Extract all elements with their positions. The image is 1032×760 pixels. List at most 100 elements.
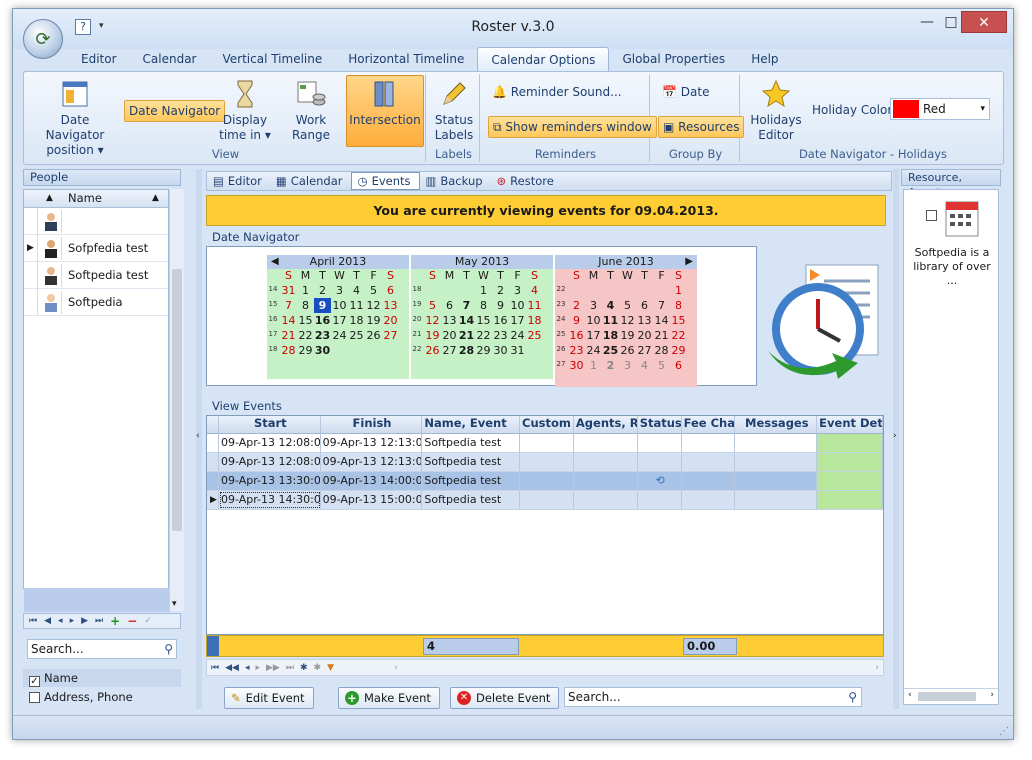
column-name-event[interactable]: Name, Event bbox=[422, 416, 521, 433]
remove-icon[interactable]: − bbox=[127, 614, 137, 628]
day-cell[interactable]: 28 bbox=[458, 343, 475, 358]
day-cell[interactable]: 12 bbox=[365, 298, 382, 313]
day-cell[interactable]: 8 bbox=[297, 298, 314, 313]
column-start[interactable]: Start bbox=[219, 416, 321, 433]
column-status[interactable]: Status bbox=[638, 416, 682, 433]
right-splitter[interactable]: › bbox=[893, 169, 899, 709]
maximize-button[interactable]: □ bbox=[941, 11, 961, 33]
chevron-left-icon[interactable]: ‹ bbox=[196, 431, 200, 441]
day-cell[interactable]: 5 bbox=[424, 298, 441, 313]
next-record-icon[interactable]: ▸ bbox=[255, 663, 260, 673]
table-row[interactable]: ▶ 09-Apr-13 14:30:00 09-Apr-13 15:00:00 … bbox=[207, 491, 883, 510]
day-cell[interactable]: 27 bbox=[441, 343, 458, 358]
people-row[interactable] bbox=[24, 208, 168, 235]
day-cell[interactable]: 19 bbox=[424, 328, 441, 343]
column-event-details[interactable]: Event Deta bbox=[817, 416, 883, 433]
day-cell[interactable]: 21 bbox=[458, 328, 475, 343]
june-days[interactable]: 1 2 3 4 5 6 7 8 9 10 11 12 13 14 15 16 17 18 19 20 21 22 23 24 2… bbox=[568, 283, 687, 373]
day-cell[interactable]: 12 bbox=[619, 313, 636, 328]
day-cell[interactable]: 22 bbox=[475, 328, 492, 343]
column-messages[interactable]: Messages bbox=[735, 416, 818, 433]
table-row[interactable]: 09-Apr-13 13:30:00 09-Apr-13 14:00:00 So… bbox=[207, 472, 883, 491]
day-cell[interactable]: 17 bbox=[509, 313, 526, 328]
day-cell[interactable]: 20 bbox=[636, 328, 653, 343]
people-row[interactable]: ▶ Sofpfedia test bbox=[24, 235, 168, 262]
day-cell[interactable]: 18 bbox=[602, 328, 619, 343]
day-cell[interactable]: 17 bbox=[331, 313, 348, 328]
day-cell[interactable]: 22 bbox=[297, 328, 314, 343]
day-cell[interactable]: 19 bbox=[619, 328, 636, 343]
day-cell[interactable]: 19 bbox=[365, 313, 382, 328]
people-row[interactable]: Softpedia bbox=[24, 289, 168, 316]
day-cell[interactable]: 6 bbox=[441, 298, 458, 313]
day-cell[interactable]: 15 bbox=[297, 313, 314, 328]
check-icon[interactable]: ✓ bbox=[144, 616, 152, 626]
day-cell[interactable]: 10 bbox=[585, 313, 602, 328]
prev-page-icon[interactable]: ◀ bbox=[44, 616, 51, 626]
day-cell[interactable]: 2 bbox=[314, 283, 331, 298]
filter-name[interactable]: ✓ Name bbox=[23, 669, 181, 687]
tab-calendar-options[interactable]: Calendar Options bbox=[477, 47, 610, 71]
day-cell[interactable]: 1 bbox=[585, 358, 602, 373]
day-cell[interactable]: 8 bbox=[670, 298, 687, 313]
day-cell[interactable]: 4 bbox=[602, 298, 619, 313]
day-cell[interactable]: 20 bbox=[441, 328, 458, 343]
day-cell[interactable]: 13 bbox=[441, 313, 458, 328]
scroll-left-icon[interactable]: ‹ bbox=[394, 663, 398, 673]
last-record-icon[interactable]: ⏭ bbox=[286, 663, 294, 673]
day-cell[interactable]: 11 bbox=[526, 298, 543, 313]
day-cell[interactable]: 30 bbox=[568, 358, 585, 373]
resize-grip-icon[interactable]: ⋰ bbox=[999, 726, 1009, 737]
day-cell[interactable]: 31 bbox=[280, 283, 297, 298]
day-cell[interactable]: 2 bbox=[492, 283, 509, 298]
table-row[interactable]: 09-Apr-13 12:08:00 09-Apr-13 12:13:00 So… bbox=[207, 453, 883, 472]
intersection-button[interactable]: Intersection bbox=[346, 75, 424, 147]
checkbox-checked-icon[interactable]: ✓ bbox=[29, 676, 40, 687]
chevron-right-icon[interactable]: › bbox=[893, 431, 897, 441]
date-navigator-button[interactable]: Date Navigator bbox=[124, 100, 226, 122]
chevron-down-icon[interactable]: ▾ bbox=[172, 599, 177, 609]
subtab-calendar[interactable]: ▦ Calendar bbox=[270, 172, 351, 190]
day-cell[interactable]: 25 bbox=[602, 343, 619, 358]
day-cell[interactable]: 2 bbox=[602, 358, 619, 373]
reminder-sound-button[interactable]: 🔔 Reminder Sound... bbox=[488, 82, 626, 104]
day-cell[interactable]: 4 bbox=[636, 358, 653, 373]
people-row[interactable]: Softpedia test bbox=[24, 262, 168, 289]
app-menu-orb[interactable]: ⟳ bbox=[23, 19, 63, 59]
day-cell[interactable]: 6 bbox=[636, 298, 653, 313]
day-cell[interactable]: 29 bbox=[297, 343, 314, 358]
day-cell[interactable]: 3 bbox=[331, 283, 348, 298]
day-cell[interactable]: 26 bbox=[424, 343, 441, 358]
day-cell[interactable]: 1 bbox=[297, 283, 314, 298]
scroll-right-icon[interactable]: › bbox=[875, 663, 879, 673]
day-cell[interactable]: 21 bbox=[653, 328, 670, 343]
work-range-button[interactable]: Work Range bbox=[282, 78, 340, 143]
resource-hscroll[interactable]: ‹ › bbox=[904, 688, 998, 704]
day-cell[interactable]: 7 bbox=[458, 298, 475, 313]
day-cell[interactable]: 24 bbox=[509, 328, 526, 343]
prev-page-icon[interactable]: ◀◀ bbox=[225, 663, 239, 673]
show-reminders-window-button[interactable]: ⧉ Show reminders window bbox=[488, 116, 657, 138]
last-record-icon[interactable]: ⏭ bbox=[95, 616, 103, 626]
day-cell[interactable]: 11 bbox=[348, 298, 365, 313]
day-cell[interactable]: 16 bbox=[568, 328, 585, 343]
day-cell[interactable]: 9 bbox=[314, 298, 331, 313]
make-event-button[interactable]: + Make Event bbox=[338, 687, 440, 709]
append-icon[interactable]: ✱ bbox=[314, 663, 322, 673]
prev-record-icon[interactable]: ◂ bbox=[245, 663, 250, 673]
day-cell[interactable]: 18 bbox=[348, 313, 365, 328]
day-cell[interactable]: 12 bbox=[424, 313, 441, 328]
day-cell[interactable]: 16 bbox=[492, 313, 509, 328]
scroll-thumb[interactable] bbox=[918, 692, 976, 701]
day-cell[interactable]: 13 bbox=[636, 313, 653, 328]
day-cell[interactable]: 4 bbox=[348, 283, 365, 298]
holidays-editor-button[interactable]: Holidays Editor bbox=[746, 78, 806, 143]
display-time-in-button[interactable]: Display time in ▾ bbox=[214, 78, 276, 143]
day-cell[interactable]: 13 bbox=[382, 298, 399, 313]
day-cell[interactable]: 20 bbox=[382, 313, 399, 328]
day-cell[interactable]: 14 bbox=[280, 313, 297, 328]
scroll-right-icon[interactable]: › bbox=[990, 690, 994, 700]
day-cell[interactable]: 29 bbox=[475, 343, 492, 358]
scroll-thumb[interactable] bbox=[172, 269, 182, 531]
minimize-button[interactable]: — bbox=[913, 11, 941, 33]
